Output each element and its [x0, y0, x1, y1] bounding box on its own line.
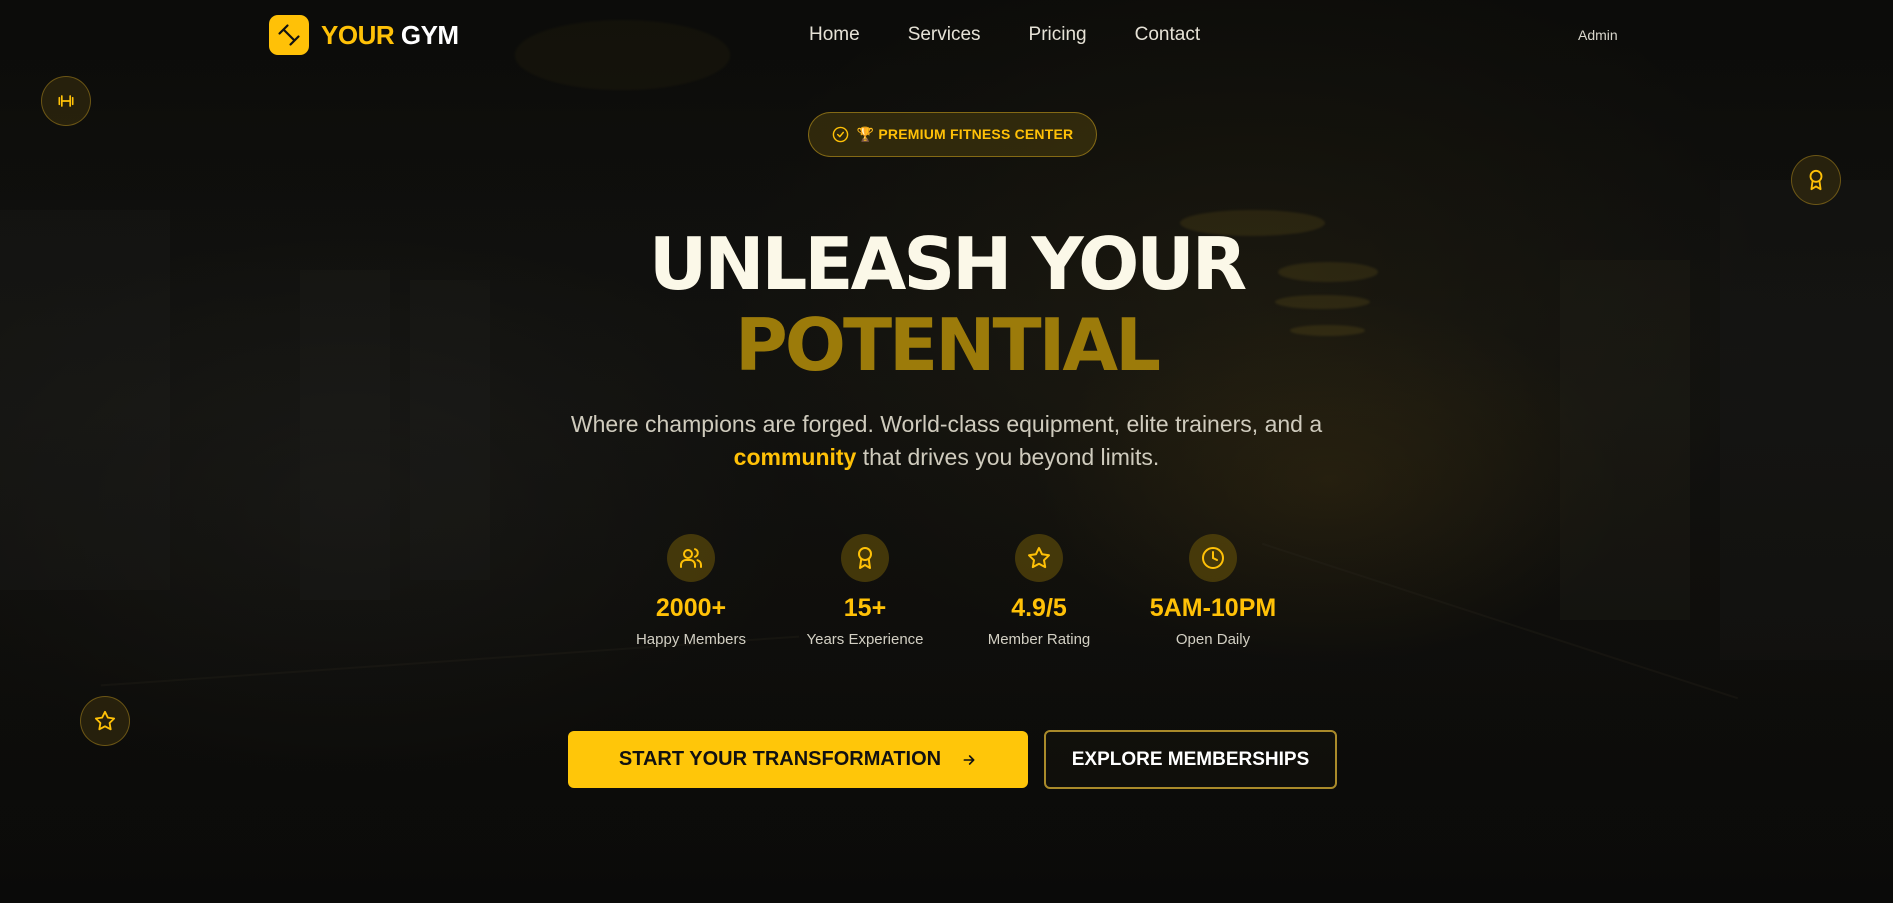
- nav-links: Home Services Pricing Contact: [809, 24, 1248, 46]
- arrow-right-icon: [963, 754, 975, 765]
- floating-star-button[interactable]: [80, 696, 130, 746]
- stat-experience: 15+ Years Experience: [775, 534, 955, 648]
- brand-logo[interactable]: YOUR GYM: [269, 15, 459, 55]
- hero-subtitle: Where champions are forged. World-class …: [0, 408, 1893, 474]
- check-circle-icon: [832, 126, 848, 143]
- admin-link[interactable]: Admin: [1578, 27, 1618, 43]
- clock-icon: [1189, 534, 1237, 582]
- brand-name: YOUR GYM: [321, 20, 459, 51]
- stat-members: 2000+ Happy Members: [601, 534, 781, 648]
- stat-rating: 4.9/5 Member Rating: [949, 534, 1129, 648]
- award-icon: [1809, 169, 1823, 191]
- nav-link-pricing[interactable]: Pricing: [1029, 24, 1087, 46]
- start-transformation-button[interactable]: START YOUR TRANSFORMATION: [568, 731, 1028, 788]
- star-icon: [1015, 534, 1063, 582]
- hero-subtitle-part1: Where champions are forged. World-class …: [570, 411, 1323, 437]
- premium-badge-text: 🏆 PREMIUM FITNESS CENTER: [856, 126, 1074, 142]
- stat-value: 15+: [843, 594, 887, 622]
- premium-badge: 🏆 PREMIUM FITNESS CENTER: [808, 112, 1097, 157]
- stat-hours: 5AM-10PM Open Daily: [1123, 534, 1303, 648]
- nav-link-home[interactable]: Home: [809, 24, 860, 46]
- nav-link-services[interactable]: Services: [908, 24, 981, 46]
- top-navbar: YOUR GYM Home Services Pricing Contact A…: [0, 0, 1893, 72]
- stat-value: 5AM-10PM: [1149, 594, 1277, 622]
- floating-award-button[interactable]: [1791, 155, 1841, 205]
- hero-subtitle-highlight: community: [733, 444, 857, 470]
- star-icon: [94, 710, 116, 731]
- users-icon: [667, 534, 715, 582]
- dumbbell-icon: [58, 95, 74, 107]
- explore-memberships-button[interactable]: EXPLORE MEMBERSHIPS: [1044, 730, 1337, 789]
- nav-link-contact[interactable]: Contact: [1135, 24, 1200, 46]
- brand-name-part1: YOUR: [321, 19, 395, 50]
- start-transformation-label: START YOUR TRANSFORMATION: [618, 748, 942, 770]
- stat-label: Happy Members: [635, 631, 747, 648]
- award-icon: [841, 534, 889, 582]
- stat-value: 2000+: [655, 594, 727, 622]
- stat-label: Years Experience: [806, 631, 924, 648]
- hero-title-line1: UNLEASH YOUR: [648, 222, 1247, 306]
- stat-label: Member Rating: [987, 631, 1091, 648]
- brand-name-part2: GYM: [400, 19, 459, 50]
- dumbbell-icon: [269, 15, 309, 55]
- stat-value: 4.9/5: [1011, 594, 1067, 622]
- floating-dumbbell-button[interactable]: [41, 76, 91, 126]
- hero-subtitle-part2: that drives you beyond limits.: [862, 444, 1160, 470]
- stat-label: Open Daily: [1175, 631, 1251, 648]
- hero-title-line2: POTENTIAL: [734, 303, 1161, 387]
